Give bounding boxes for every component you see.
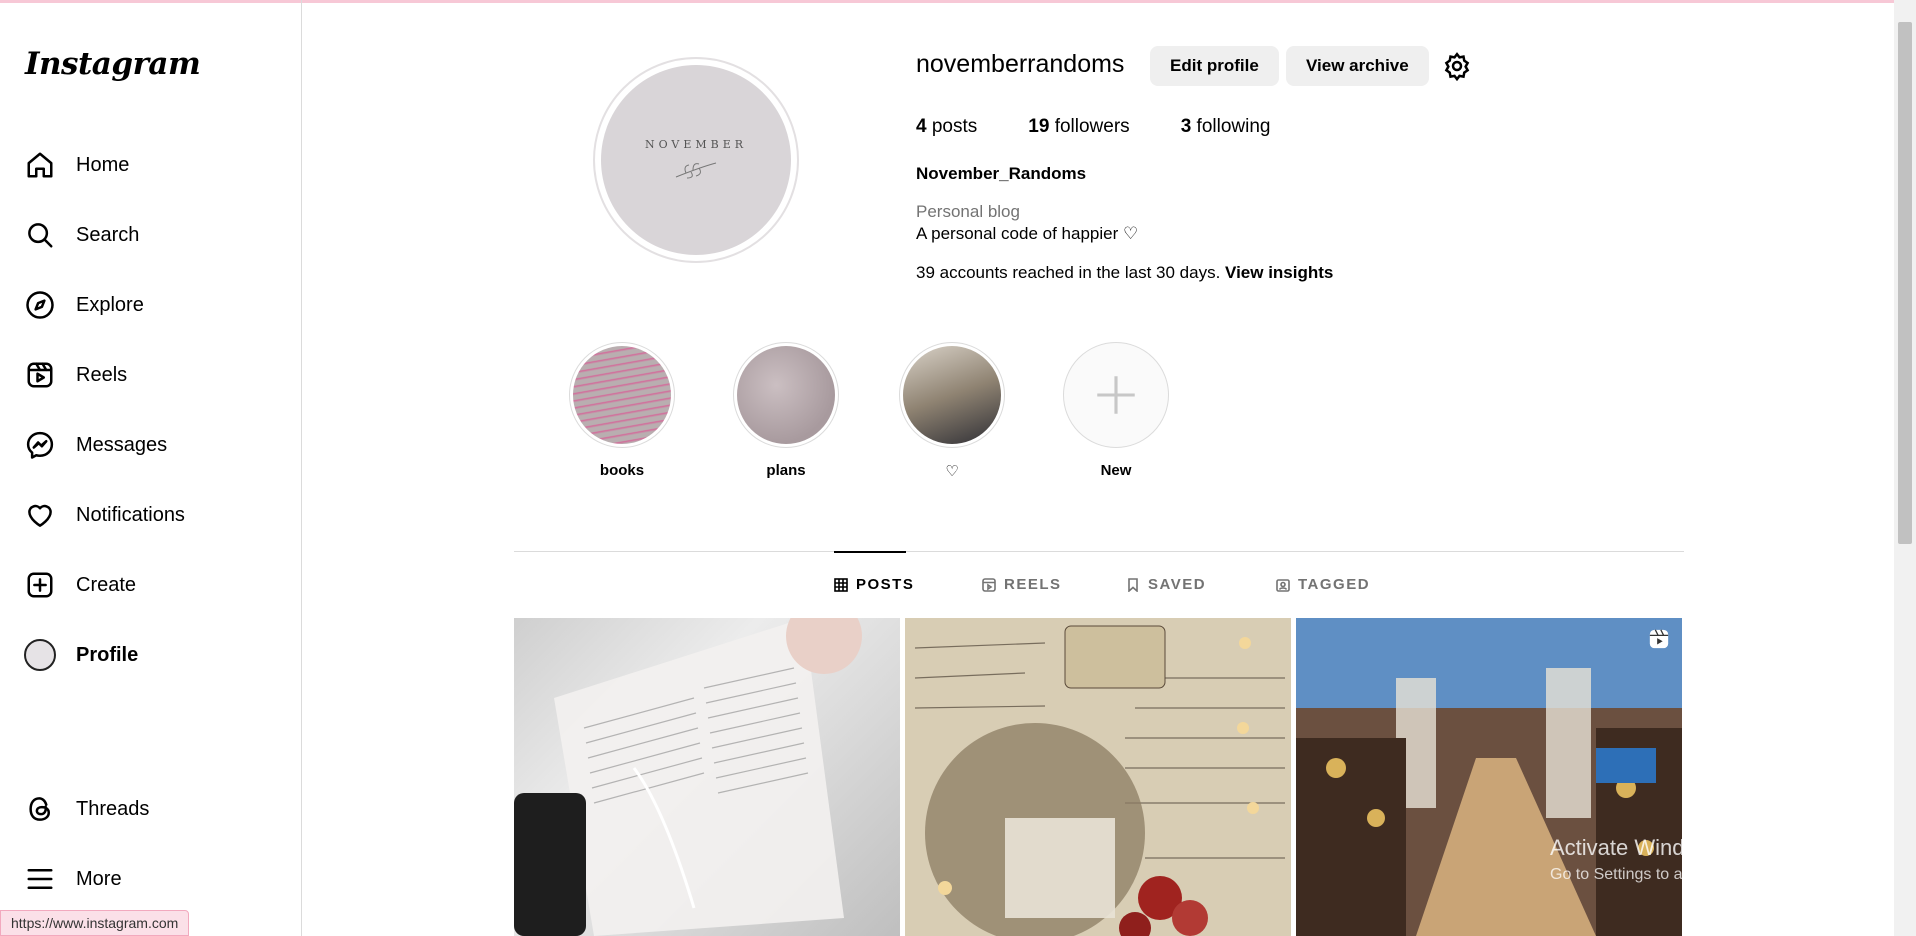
post-image [905,618,1291,936]
search-icon [24,219,56,251]
highlight-thumbnail [903,346,1001,444]
new-highlight-button[interactable]: New [1063,342,1169,479]
compass-icon [24,289,56,321]
tab-saved[interactable]: SAVED [1126,576,1206,593]
sidebar-item-label: Explore [76,293,144,316]
sidebar-item-create[interactable]: Create [24,561,284,609]
view-insights-link[interactable]: View insights [1225,263,1333,282]
status-bar-url: https://www.instagram.com [0,910,190,936]
post-image [1296,618,1682,936]
post-thumbnail[interactable] [514,618,900,936]
active-tab-indicator [834,551,906,553]
scrollbar-thumb[interactable] [1898,22,1912,544]
tab-posts[interactable]: POSTS [834,576,914,593]
sidebar-item-messages[interactable]: Messages [24,421,284,469]
sidebar-item-label: Home [76,153,130,176]
profile-bio: A personal code of happier ♡ [916,224,1139,243]
sidebar-item-search[interactable]: Search [24,211,284,259]
profile-category: Personal blog [916,202,1020,221]
sidebar-item-profile[interactable]: Profile [24,631,284,679]
tab-label: REELS [1004,576,1062,593]
tag-icon [1276,578,1290,592]
sidebar-item-notifications[interactable]: Notifications [24,491,284,539]
tabs-divider [514,551,1684,552]
bookmark-icon [1128,577,1138,592]
tab-reels[interactable]: REELS [982,576,1062,593]
highlight-thumbnail [737,346,835,444]
plus-icon [1097,376,1135,414]
sidebar-item-label: Reels [76,363,128,386]
sidebar-item-label: Notifications [76,503,185,526]
highlight-label: books [599,462,645,479]
menu-icon [24,863,56,895]
view-archive-button[interactable]: View archive [1286,46,1429,86]
followers-count: 19 [1028,116,1050,137]
messenger-icon [24,429,56,461]
posts-stat: 4 posts [916,116,977,138]
following-stat[interactable]: 3 following [1181,116,1271,138]
sidebar-item-home[interactable]: Home [24,141,284,189]
profile-avatar[interactable]: NOVEMBER [593,57,799,263]
insights-text: 39 accounts reached in the last 30 days. [916,263,1221,282]
highlight-plans[interactable]: plans [733,342,839,479]
post-thumbnail[interactable] [905,618,1291,936]
following-count: 3 [1180,116,1192,137]
grid-icon [834,577,848,592]
reel-badge-icon [1649,629,1669,649]
plus-square-icon [24,569,56,601]
highlight-label: ♡ [945,463,959,480]
sidebar-item-threads[interactable]: Threads [24,785,284,833]
tab-label: TAGGED [1298,576,1371,593]
leaf-sprig-icon [675,162,717,178]
highlight-heart[interactable]: ♡ [899,342,1005,480]
threads-icon [24,793,56,825]
avatar-text: NOVEMBER [644,137,748,151]
sidebar-item-label: Threads [76,797,150,820]
highlight-label: New [1100,462,1132,479]
profile-stats: 4 posts 19 followers 3 following [916,116,1321,138]
insights-line: 39 accounts reached in the last 30 days.… [916,263,1333,283]
post-image [514,618,862,936]
highlight-books[interactable]: books [569,342,675,479]
sidebar-item-label: Messages [76,433,168,456]
sidebar: Instagram Home Search Explore Reels Mess… [0,0,302,936]
followers-stat[interactable]: 19 followers [1028,116,1129,138]
instagram-logo[interactable]: Instagram [25,46,201,82]
posts-count: 4 [916,116,927,137]
reels-icon [24,359,56,391]
tab-label: POSTS [856,576,915,593]
tab-label: SAVED [1148,576,1207,593]
sidebar-item-more[interactable]: More [24,855,284,903]
post-thumbnail[interactable] [1296,618,1682,936]
avatar [24,639,56,671]
reels-icon [982,577,996,592]
sidebar-item-explore[interactable]: Explore [24,281,284,329]
page-scrollbar[interactable] [1894,0,1916,936]
sidebar-item-label: Search [76,223,140,246]
windows-activation-title: Activate Windows [1550,835,1724,860]
sidebar-item-label: Create [76,573,137,596]
followers-label: followers [1054,116,1130,137]
heart-icon [24,499,56,531]
profile-full-name: November_Randoms [916,164,1087,183]
sidebar-item-reels[interactable]: Reels [24,351,284,399]
settings-gear-icon[interactable] [1442,51,1472,82]
home-icon [24,149,56,181]
tab-tagged[interactable]: TAGGED [1276,576,1370,593]
sidebar-item-label: Profile [76,643,139,666]
following-label: following [1196,116,1271,137]
highlight-thumbnail [573,346,671,444]
profile-username: novemberrandoms [916,50,1125,78]
sidebar-item-label: More [76,867,122,890]
posts-label: posts [931,116,978,137]
highlight-label: plans [766,462,806,479]
edit-profile-button[interactable]: Edit profile [1150,46,1279,86]
windows-activation-subtitle: Go to Settings to activate Windows. [1550,866,1803,883]
